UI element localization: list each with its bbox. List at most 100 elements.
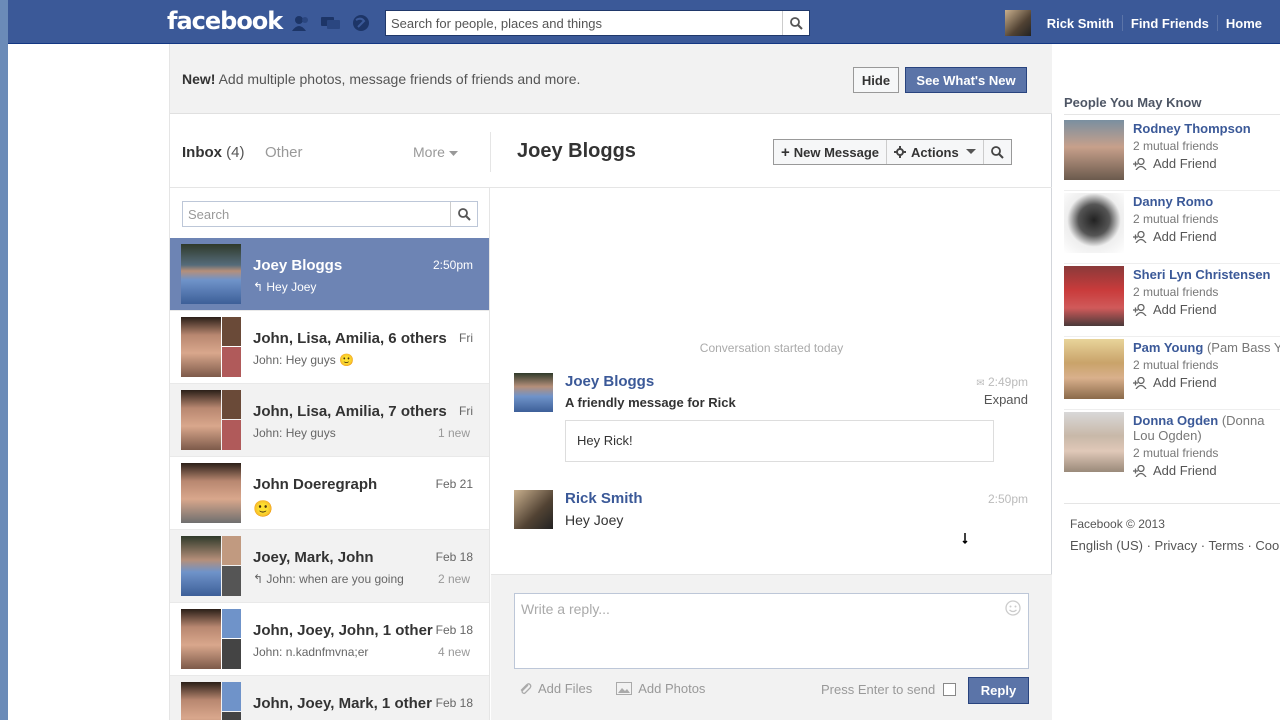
message-author[interactable]: Rick Smith: [565, 490, 643, 507]
thread-row[interactable]: John, Lisa, Amilia, 6 others Fri John: H…: [170, 311, 489, 384]
thread-row[interactable]: Joey, Mark, John Feb 18 ↰ John: when are…: [170, 530, 489, 603]
new-count: 1 new: [437, 426, 470, 440]
tab-other[interactable]: Other: [265, 144, 303, 161]
thread-row[interactable]: John, Joey, John, 1 other Feb 18 John: n…: [170, 603, 489, 676]
person-name[interactable]: Rodney Thompson: [1133, 121, 1280, 136]
reply-button[interactable]: Reply: [968, 677, 1029, 704]
thread-time: Feb 21: [435, 477, 473, 491]
more-label: More: [413, 144, 445, 160]
reply-box[interactable]: [514, 593, 1029, 669]
add-friend-button[interactable]: Add Friend: [1133, 229, 1217, 244]
chevron-down-icon: [448, 151, 458, 156]
thread-search[interactable]: [182, 201, 478, 227]
expand-link[interactable]: Expand: [984, 392, 1028, 407]
suggested-person: Sheri Lyn Christensen 2 mutual friends A…: [1064, 264, 1280, 337]
thread-search-input[interactable]: [183, 202, 448, 226]
reply-arrow-icon: ↰: [253, 280, 267, 294]
tab-inbox[interactable]: Inbox (4): [182, 144, 245, 161]
suggested-person: Rodney Thompson 2 mutual friends Add Fri…: [1064, 118, 1280, 191]
tab-inbox-label: Inbox: [182, 144, 222, 161]
actions-dropdown[interactable]: Actions: [887, 140, 984, 164]
top-navigation-bar: facebook Rick Smith Find Friends Home: [8, 0, 1280, 44]
header-divider: [490, 132, 491, 172]
smiley-icon: 🙂: [253, 501, 273, 518]
avatar[interactable]: [1064, 120, 1124, 180]
right-column: People You May Know Rodney Thompson 2 mu…: [1053, 44, 1280, 720]
thread-row[interactable]: John, Joey, Mark, 1 other Feb 18: [170, 676, 489, 720]
mutual-friends[interactable]: 2 mutual friends: [1133, 212, 1218, 226]
reply-arrow-icon: ↰: [253, 572, 267, 586]
notification-jewels: [290, 13, 372, 33]
search-icon[interactable]: [782, 11, 809, 35]
find-friends-link[interactable]: Find Friends: [1123, 16, 1217, 31]
mutual-friends[interactable]: 2 mutual friends: [1133, 446, 1218, 460]
avatar[interactable]: [1064, 193, 1124, 253]
add-friend-label: Add Friend: [1153, 156, 1217, 171]
facebook-logo[interactable]: facebook: [167, 7, 283, 35]
new-message-label: New Message: [793, 144, 880, 160]
message-author[interactable]: Joey Bloggs: [565, 373, 654, 390]
message: Rick Smith 2:50pm Hey Joey: [514, 490, 1028, 535]
thread-row[interactable]: John Doeregraph Feb 21 🙂: [170, 457, 489, 530]
add-friend-button[interactable]: Add Friend: [1133, 156, 1217, 171]
more-dropdown[interactable]: More: [413, 144, 458, 160]
whats-new-banner: New! Add multiple photos, message friend…: [170, 44, 1052, 114]
avatar[interactable]: [1064, 412, 1124, 472]
global-search-input[interactable]: [386, 11, 776, 35]
profile-link[interactable]: Rick Smith: [1039, 16, 1122, 31]
thread-time: Feb 18: [435, 696, 473, 710]
emoticon-icon[interactable]: [1005, 600, 1021, 619]
mutual-friends[interactable]: 2 mutual friends: [1133, 358, 1218, 372]
add-friend-label: Add Friend: [1153, 229, 1217, 244]
avatar: [181, 609, 241, 669]
global-search[interactable]: [385, 10, 810, 36]
message-pane: Conversation started today Joey Bloggs ✉…: [491, 188, 1052, 574]
person-name[interactable]: Donna Ogden (Donna Lou Ogden): [1133, 413, 1280, 443]
reply-input[interactable]: [515, 594, 995, 664]
thread-row[interactable]: John, Lisa, Amilia, 7 others Fri John: H…: [170, 384, 489, 457]
see-whats-new-button[interactable]: See What's New: [905, 67, 1027, 93]
thread-name: John, Lisa, Amilia, 6 others: [253, 330, 447, 347]
press-enter-toggle[interactable]: Press Enter to send: [821, 682, 957, 697]
new-count: 2 new: [437, 572, 470, 586]
search-icon[interactable]: [450, 202, 477, 226]
thread-snippet-text: Hey Joey: [266, 280, 317, 294]
footer-copyright: Facebook © 2013: [1070, 517, 1165, 531]
avatar[interactable]: [514, 373, 553, 412]
window-left-edge: [0, 0, 8, 720]
avatar[interactable]: [1064, 266, 1124, 326]
hide-button[interactable]: Hide: [853, 67, 899, 93]
person-name[interactable]: Danny Romo: [1133, 194, 1280, 209]
thread-name: Joey, Mark, John: [253, 549, 374, 566]
message-time-text: 2:49pm: [987, 375, 1028, 389]
divider: [1064, 503, 1280, 504]
mutual-friends[interactable]: 2 mutual friends: [1133, 139, 1218, 153]
mutual-friends[interactable]: 2 mutual friends: [1133, 285, 1218, 299]
home-link[interactable]: Home: [1218, 16, 1270, 31]
conversation-search-button[interactable]: [984, 140, 1011, 164]
avatar[interactable]: [514, 490, 553, 529]
thread-row[interactable]: Joey Bloggs 2:50pm ↰ Hey Joey: [170, 238, 489, 311]
add-files-button[interactable]: Add Files: [518, 681, 592, 696]
person-name[interactable]: Pam Young (Pam Bass Young): [1133, 340, 1280, 355]
add-friend-label: Add Friend: [1153, 302, 1217, 317]
add-friend-button[interactable]: Add Friend: [1133, 302, 1217, 317]
press-enter-checkbox[interactable]: [943, 683, 957, 696]
thread-time: Fri: [459, 331, 473, 345]
notifications-globe-icon[interactable]: [350, 13, 372, 33]
add-photos-button[interactable]: Add Photos: [616, 681, 705, 696]
top-right-nav: Rick Smith Find Friends Home: [1004, 10, 1270, 36]
person-name[interactable]: Sheri Lyn Christensen: [1133, 267, 1280, 282]
user-avatar[interactable]: [1004, 10, 1031, 36]
messages-icon[interactable]: [320, 13, 342, 33]
new-message-button[interactable]: + New Message: [774, 140, 888, 164]
add-friend-button[interactable]: Add Friend: [1133, 463, 1217, 478]
add-friend-button[interactable]: Add Friend: [1133, 375, 1217, 390]
avatar: [181, 682, 241, 720]
friend-requests-icon[interactable]: [290, 13, 312, 33]
footer-links[interactable]: English (US) · Privacy · Terms · Cookies: [1070, 538, 1280, 553]
thread-name: John, Lisa, Amilia, 7 others: [253, 403, 447, 420]
thread-snippet: ↰ Hey Joey: [253, 280, 433, 294]
avatar[interactable]: [1064, 339, 1124, 399]
gear-icon: [894, 146, 907, 158]
